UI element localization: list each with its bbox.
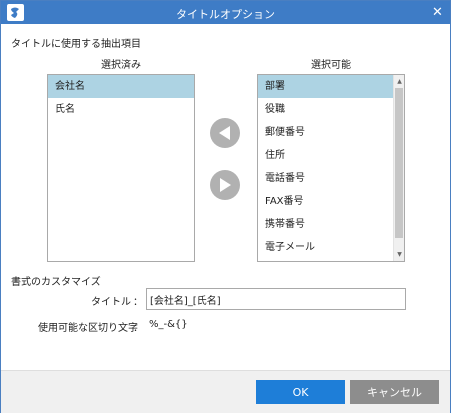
selected-list-header: 選択済み <box>101 60 141 71</box>
move-right-button[interactable] <box>210 170 240 200</box>
separators-colon: ： <box>133 323 143 334</box>
cancel-button[interactable]: キャンセル <box>350 380 439 404</box>
selected-items-list[interactable]: 会社名 氏名 <box>47 74 195 262</box>
list-item[interactable]: 電話番号 <box>258 167 404 190</box>
available-list-header: 選択可能 <box>311 60 351 71</box>
move-left-button[interactable] <box>210 118 240 148</box>
left-arrow-icon <box>219 126 230 140</box>
separators-value: %_-&{} <box>149 319 188 330</box>
list-item[interactable]: 住所 <box>258 144 404 167</box>
title-field-label: タイトル <box>91 297 131 308</box>
available-items-list[interactable]: 部署 役職 郵便番号 住所 電話番号 FAX番号 携帯番号 電子メール ▲ ▼ <box>257 74 405 262</box>
available-list-scrollbar[interactable]: ▲ ▼ <box>393 75 404 261</box>
list-item[interactable]: 役職 <box>258 98 404 121</box>
title-format-input[interactable] <box>146 288 406 310</box>
scroll-down-icon[interactable]: ▼ <box>394 249 405 260</box>
list-item[interactable]: 郵便番号 <box>258 121 404 144</box>
format-section-label: 書式のカスタマイズ <box>11 277 101 288</box>
ok-button[interactable]: OK <box>256 380 345 404</box>
list-item[interactable]: 携帯番号 <box>258 213 404 236</box>
extraction-section-label: タイトルに使用する抽出項目 <box>11 39 141 50</box>
list-item[interactable]: 会社名 <box>48 75 194 98</box>
list-item[interactable]: 電子メール <box>258 236 404 259</box>
list-item[interactable]: FAX番号 <box>258 190 404 213</box>
title-field-colon: ： <box>133 297 143 308</box>
title-bar[interactable]: タイトルオプション ✕ <box>1 1 450 24</box>
close-button[interactable]: ✕ <box>429 4 446 21</box>
right-arrow-icon <box>220 178 231 192</box>
dialog-footer: OK キャンセル <box>1 370 450 413</box>
separators-label: 使用可能な区切り文字 <box>38 323 138 334</box>
scroll-up-icon[interactable]: ▲ <box>394 76 405 87</box>
list-item[interactable]: 部署 <box>258 75 404 98</box>
close-icon: ✕ <box>432 5 443 20</box>
list-item[interactable]: 氏名 <box>48 98 194 121</box>
scroll-thumb[interactable] <box>395 88 403 238</box>
dialog-title: タイトルオプション <box>176 8 275 21</box>
title-options-dialog: タイトルオプション ✕ タイトルに使用する抽出項目 選択済み 選択可能 会社名氏… <box>0 0 451 413</box>
